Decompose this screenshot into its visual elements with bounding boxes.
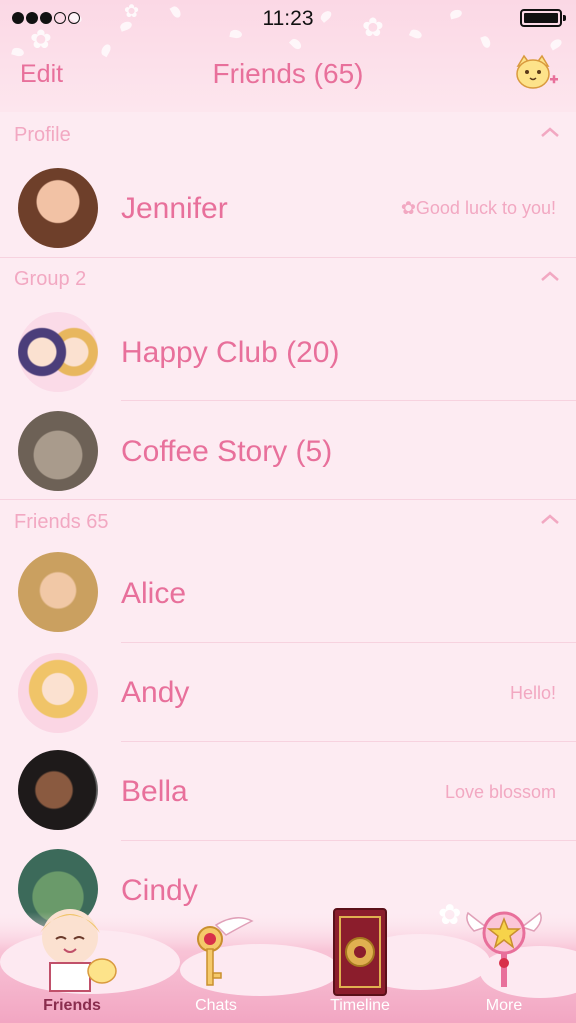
section-label-profile: Profile [14, 124, 71, 146]
friend-name: Andy [121, 676, 190, 709]
profile-row[interactable]: Jennifer ✿Good luck to you! [0, 160, 576, 258]
group-row[interactable]: Happy Club (20) [0, 302, 576, 400]
avatar [18, 653, 98, 733]
friend-row[interactable]: Bella Love blossom [0, 742, 576, 840]
friend-row[interactable]: Alice [0, 544, 576, 642]
friend-status-message: Hello! [509, 683, 556, 703]
chevron-up-icon [541, 127, 559, 137]
avatar [18, 552, 98, 632]
tab-label: Timeline [330, 997, 390, 1014]
chevron-up-icon [541, 271, 559, 281]
section-header-profile[interactable]: Profile [0, 116, 576, 156]
tab-chats[interactable]: Chats [144, 895, 288, 1015]
tab-label: Friends [43, 997, 101, 1014]
group-row[interactable]: Coffee Story (5) [0, 401, 576, 499]
page-title: Friends (65) [212, 58, 364, 89]
tab-timeline[interactable]: Timeline [288, 895, 432, 1015]
friend-status-message: Love blossom [444, 782, 556, 802]
avatar [18, 411, 98, 491]
friends-icon [40, 909, 117, 992]
profile-name: Jennifer [121, 192, 228, 225]
avatar [18, 312, 98, 392]
section-header-group[interactable]: Group 2 [0, 260, 576, 300]
group-name: Happy Club (20) [121, 336, 340, 369]
section-label-group: Group 2 [14, 268, 87, 290]
friend-row[interactable]: Andy Hello! [0, 643, 576, 741]
section-header-friends[interactable]: Friends 65 [0, 503, 576, 543]
profile-status-message: ✿Good luck to you! [400, 198, 556, 218]
blossom-icon: ✿ [400, 198, 416, 218]
avatar [18, 750, 98, 830]
avatar [18, 168, 98, 248]
tab-label: More [485, 997, 523, 1014]
group-name: Coffee Story (5) [121, 435, 333, 468]
battery-icon [520, 9, 566, 27]
chats-icon [197, 917, 254, 986]
tab-label: Chats [195, 997, 237, 1014]
friends-screen: ✿ ✿ ✿ 11:23 Edit Friends (65) Profile Je… [0, 0, 576, 1023]
tab-bar: ✿ Friends Chats Timeline More [0, 892, 576, 1023]
timeline-icon [333, 908, 387, 996]
tab-more[interactable]: More [432, 895, 576, 1015]
friend-name: Alice [121, 577, 187, 610]
friend-name: Bella [121, 775, 188, 808]
chevron-up-icon [541, 514, 559, 524]
tab-friends[interactable]: Friends [0, 895, 144, 1015]
section-label-friends: Friends 65 [14, 511, 109, 533]
add-friend-icon[interactable] [512, 52, 560, 94]
more-icon [466, 911, 542, 987]
status-time: 11:23 [262, 7, 314, 30]
status-bar: 11:23 [0, 0, 576, 38]
